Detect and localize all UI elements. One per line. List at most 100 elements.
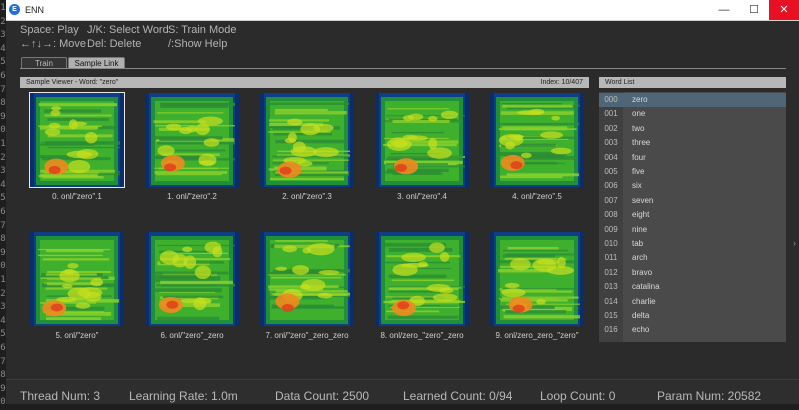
word-number: 010 [604,239,618,248]
word-list-item[interactable]: 001 one [599,107,786,121]
sample-caption: 5. onl/"zero" [55,331,99,340]
close-icon[interactable]: ✕ [769,0,799,20]
word-list-item[interactable]: 009 nine [599,223,786,237]
word-label: six [632,181,642,191]
sample-caption: 7. onl/"zero"_zero_zero [265,331,349,340]
window-title: ENN [25,5,45,15]
status-learning-rate: Learning Rate: 1.0m [129,389,238,403]
maximize-icon[interactable]: ☐ [739,0,769,20]
spectrogram-image [260,232,354,326]
word-number: 004 [604,152,618,162]
word-label: arch [632,253,648,263]
word-number: 002 [604,123,618,133]
word-label: charlie [632,296,656,306]
sample-caption: 4. onl/"zero".5 [512,192,562,201]
spectrogram-image [375,93,469,187]
word-number: 013 [604,282,618,292]
gutter-line-number: 2 [0,288,6,299]
word-list-item[interactable]: 015 delta [599,309,786,323]
word-list-title: Word List [605,79,635,86]
app-icon: E [9,4,20,15]
word-label: eight [632,210,650,220]
word-list-item[interactable]: 012 bravo [599,266,786,280]
word-list-item[interactable]: 003 three [599,136,786,150]
gutter-line-number: 5 [0,57,6,68]
word-label: echo [632,325,650,335]
word-list-header: Word List [599,77,786,88]
spectrogram-image [145,93,239,187]
spectrogram-image [29,92,125,188]
help-delete: Del: Delete [87,38,142,50]
status-param-num: Param Num: 20582 [657,389,762,403]
word-number: 012 [604,267,618,277]
sample-caption: 9. onl/zero_zero_"zero" [495,331,579,340]
word-list-item[interactable]: 004 four [599,151,786,165]
spectrogram-image [145,232,239,326]
sample-caption: 0. onl/"zero".1 [52,192,102,201]
gutter-line-number: 6 [0,343,6,353]
word-number: 001 [604,109,618,119]
editor-bottom-strip [6,404,799,410]
gutter-line-number: 4 [0,315,6,326]
word-number: 003 [604,138,618,148]
gutter-line-number: 4 [0,179,6,190]
status-loop-count: Loop Count: 0 [540,389,616,403]
word-list[interactable]: 000 zero 001 one 002 two 003 three 004 four 005 fiv… [599,92,786,342]
spectrogram-image [490,232,584,326]
word-list-item[interactable]: 011 arch [599,251,786,265]
sample-viewer-title: Sample Viewer - Word: "zero" [26,79,119,86]
gutter-line-number: 3 [0,302,6,313]
gutter-line-number: 5 [0,329,6,340]
word-list-item[interactable]: 006 six [599,179,786,193]
gutter-line-number: 6 [0,207,6,217]
help-show-help: /:Show Help [168,38,228,50]
gutter-line-number: 1 [0,275,6,285]
word-number: 008 [604,210,618,220]
word-number: 015 [604,311,618,320]
editor-line-gutter: 123456789012345678901234567890 [0,0,6,410]
word-number: 005 [604,167,618,176]
gutter-line-number: 9 [0,111,6,122]
word-list-item[interactable]: 005 five [599,165,786,179]
gutter-line-number: 4 [0,43,6,54]
word-list-item[interactable]: 000 zero [599,93,786,107]
word-list-item[interactable]: 007 seven [599,194,786,208]
word-list-item[interactable]: 014 charlie [599,295,786,309]
help-space: Space: Play [20,24,79,36]
word-label: five [632,167,645,176]
sample-caption: 3. onl/"zero".4 [397,192,447,201]
word-label: zero [632,95,648,104]
minimize-icon[interactable]: — [709,0,739,20]
panel-resize-handle[interactable]: › [793,238,796,248]
word-number: 009 [604,224,618,234]
word-label: seven [632,195,654,205]
status-data-count: Data Count: 2500 [275,389,370,403]
word-label: tab [632,239,644,248]
word-number: 016 [604,325,618,335]
word-number: 011 [604,253,618,263]
word-number: 006 [604,181,618,191]
spectrogram-image [490,93,584,187]
gutter-line-number: 7 [0,220,6,231]
sample-caption: 2. onl/"zero".3 [282,192,332,201]
gutter-line-number: 9 [0,247,6,258]
word-list-item[interactable]: 002 two [599,122,786,136]
status-thread-num: Thread Num: 3 [20,389,101,403]
status-learned-count: Learned Count: 0/94 [403,389,513,403]
word-list-item[interactable]: 008 eight [599,208,786,222]
spectrogram-image [30,232,124,326]
gutter-line-number: 7 [0,84,6,95]
word-list-item[interactable]: 016 echo [599,323,786,337]
word-label: two [632,123,645,133]
sample-caption: 1. onl/"zero".2 [167,192,217,201]
sample-index: Index: 10/407 [540,79,583,86]
word-label: delta [632,311,650,320]
word-label: four [632,152,646,162]
gutter-line-number: 1 [0,139,6,149]
word-label: bravo [632,267,653,277]
word-list-item[interactable]: 010 tab [599,237,786,251]
gutter-line-number: 6 [0,71,6,81]
sample-viewer-header: Sample Viewer - Word: "zero" Index: 10/4… [20,77,589,88]
word-list-item[interactable]: 013 catalina [599,280,786,294]
word-label: catalina [632,282,660,292]
